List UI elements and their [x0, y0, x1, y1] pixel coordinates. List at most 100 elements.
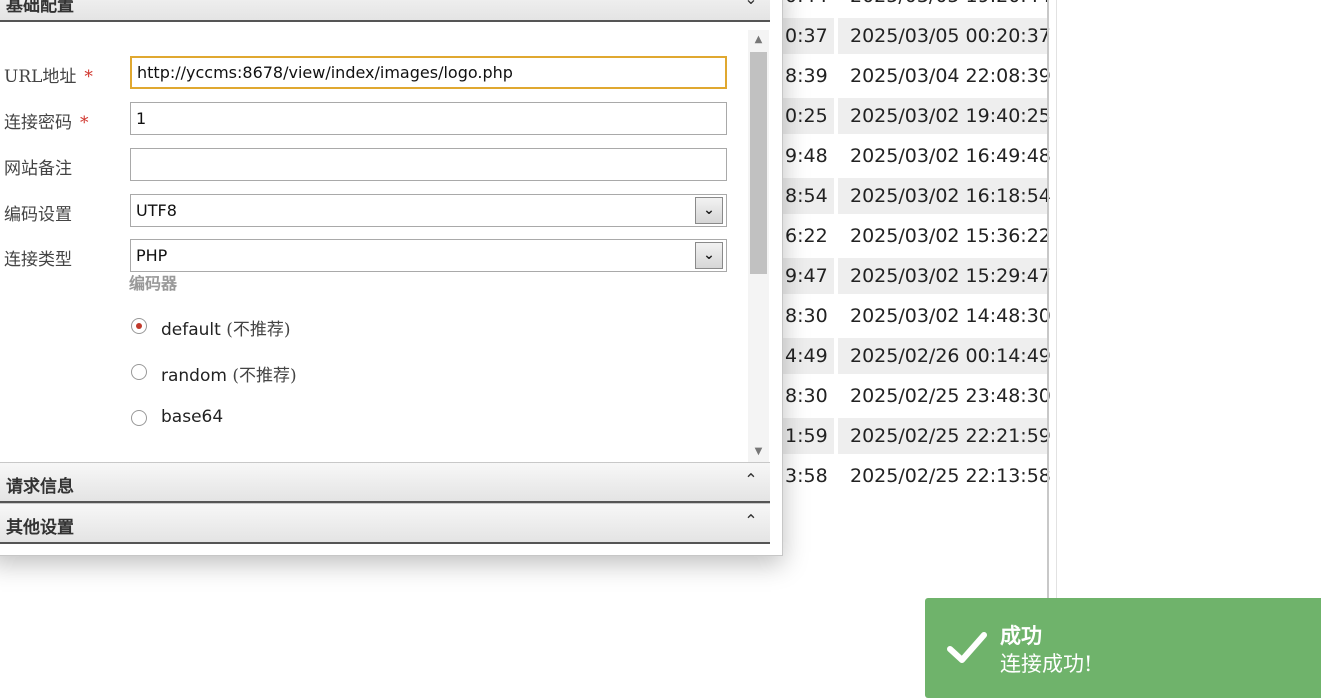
cell-time-text: 8:39	[785, 65, 828, 87]
cell-time-text: 0:44	[785, 0, 828, 7]
cell-datetime: 2025/03/02 19:40:25	[838, 98, 1051, 134]
cell-time-text: 8:30	[785, 305, 828, 327]
cell-time-text: 1:59	[785, 425, 828, 447]
encoder-option-name: base64	[161, 407, 224, 427]
panel-divider[interactable]	[1047, 0, 1049, 693]
encoding-value: UTF8	[136, 201, 177, 220]
chevron-up-icon: ⌃	[744, 470, 758, 489]
cell-datetime: 2025/02/25 22:21:59	[838, 418, 1051, 454]
section-title-other: 其他设置	[6, 518, 74, 538]
required-mark: *	[84, 67, 93, 87]
cell-time: 9:48	[779, 138, 834, 174]
cell-time-text: 0:25	[785, 105, 828, 127]
cell-datetime: 2025/03/04 22:08:39	[838, 58, 1051, 94]
cell-datetime-text: 2025/03/05 00:20:37	[850, 25, 1051, 47]
radio-checked-icon[interactable]	[131, 318, 147, 334]
cell-time-text: 3:58	[785, 465, 828, 487]
cell-time-text: 9:47	[785, 265, 828, 287]
encoder-title: 编码器	[129, 274, 178, 293]
cell-datetime: 2025/03/02 14:48:30	[838, 298, 1051, 334]
cell-time: 8:30	[779, 378, 834, 414]
cell-datetime-text: 2025/02/25 22:21:59	[850, 425, 1051, 447]
url-field[interactable]	[130, 56, 727, 89]
encoder-option-name: default	[161, 320, 221, 340]
cell-datetime: 2025/03/05 19:20:44	[838, 0, 1051, 14]
note-input[interactable]	[131, 149, 726, 180]
cell-time-text: 8:54	[785, 185, 828, 207]
cell-datetime: 2025/03/02 16:18:54	[838, 178, 1051, 214]
type-select[interactable]: PHP ⌄	[130, 239, 727, 272]
cell-datetime-text: 2025/03/02 16:49:48	[850, 145, 1051, 167]
encoder-option-label: base64	[161, 407, 223, 427]
chevron-down-icon: ⌄	[742, 0, 760, 8]
cell-time: 0:25	[779, 98, 834, 134]
cell-datetime-text: 2025/03/02 19:40:25	[850, 105, 1051, 127]
password-field[interactable]	[130, 102, 727, 135]
cell-datetime: 2025/03/05 00:20:37	[838, 18, 1051, 54]
cell-datetime-text: 2025/03/04 22:08:39	[850, 65, 1051, 87]
url-label: URL地址 *	[4, 62, 93, 87]
cell-datetime-text: 2025/03/02 16:18:54	[850, 185, 1051, 207]
cell-datetime: 2025/02/26 00:14:49	[838, 338, 1051, 374]
toast-message: 连接成功!	[1000, 652, 1093, 676]
encoder-option-label: default (不推荐)	[161, 315, 291, 340]
chevron-up-icon: ⌃	[744, 511, 758, 530]
encoder-option-name: random	[161, 366, 227, 386]
cell-datetime-text: 2025/02/26 00:14:49	[850, 345, 1051, 367]
encoding-select[interactable]: UTF8 ⌄	[130, 194, 727, 227]
radio-icon[interactable]	[131, 364, 147, 380]
cell-time: 9:47	[779, 258, 834, 294]
cell-time: 0:44	[779, 0, 834, 14]
cell-time: 8:54	[779, 178, 834, 214]
cell-time-text: 0:37	[785, 25, 828, 47]
section-title-basic: 基础配置	[6, 0, 74, 16]
cell-time-text: 8:30	[785, 385, 828, 407]
radio-icon[interactable]	[131, 410, 147, 426]
cell-datetime: 2025/03/02 16:49:48	[838, 138, 1051, 174]
type-label: 连接类型	[4, 250, 72, 270]
encoder-option-hint: (不推荐)	[232, 366, 297, 386]
section-header-other[interactable]: 其他设置 ⌃	[0, 503, 770, 544]
cell-time-text: 6:22	[785, 225, 828, 247]
section-header-basic[interactable]: 基础配置 ⌄	[0, 0, 770, 22]
cell-time: 8:39	[779, 58, 834, 94]
encoder-option-hint: (不推荐)	[226, 320, 291, 340]
note-field[interactable]	[130, 148, 727, 181]
cell-time: 4:49	[779, 338, 834, 374]
cell-datetime: 2025/03/02 15:36:22	[838, 218, 1051, 254]
cell-time: 6:22	[779, 218, 834, 254]
scroll-up-icon[interactable]: ▲	[748, 30, 769, 50]
password-input[interactable]	[131, 103, 726, 134]
encoder-option-label: random (不推荐)	[161, 361, 297, 386]
cell-datetime: 2025/02/25 23:48:30	[838, 378, 1051, 414]
type-value: PHP	[136, 246, 168, 265]
cell-datetime-text: 2025/03/02 15:36:22	[850, 225, 1051, 247]
basic-config-form: URL地址 * 连接密码 * 网站备注 编码设置 UTF8 ⌄ 连接类型 PHP ⌄	[0, 23, 770, 461]
section-title-request: 请求信息	[6, 477, 74, 497]
cell-datetime-text: 2025/02/25 23:48:30	[850, 385, 1051, 407]
section-header-request[interactable]: 请求信息 ⌃	[0, 462, 770, 503]
url-input[interactable]	[132, 58, 725, 87]
password-label-text: 连接密码	[4, 113, 72, 133]
url-label-text: URL地址	[4, 67, 77, 87]
cell-time: 1:59	[779, 418, 834, 454]
form-scrollbar[interactable]: ▲ ▼	[748, 30, 769, 462]
cell-time-text: 4:49	[785, 345, 828, 367]
encoding-label: 编码设置	[4, 205, 72, 225]
cell-time: 8:30	[779, 298, 834, 334]
cell-datetime-text: 2025/02/25 22:13:58	[850, 465, 1051, 487]
success-toast[interactable]: 成功 连接成功!	[925, 598, 1321, 698]
required-mark: *	[80, 113, 89, 133]
scroll-thumb[interactable]	[750, 52, 767, 274]
panel-divider-line	[1056, 0, 1057, 693]
chevron-down-icon[interactable]: ⌄	[695, 197, 723, 224]
scroll-down-icon[interactable]: ▼	[748, 442, 769, 462]
password-label: 连接密码 *	[4, 108, 89, 133]
checkmark-icon	[947, 632, 987, 663]
cell-datetime: 2025/03/02 15:29:47	[838, 258, 1051, 294]
note-label: 网站备注	[4, 159, 72, 179]
cell-datetime-text: 2025/03/05 19:20:44	[850, 0, 1051, 7]
chevron-down-icon[interactable]: ⌄	[695, 242, 723, 269]
add-connection-dialog: 基础配置 ⌄ URL地址 * 连接密码 * 网站备注 编码设置 UTF8 ⌄ 连接类…	[0, 0, 783, 556]
cell-datetime-text: 2025/03/02 14:48:30	[850, 305, 1051, 327]
